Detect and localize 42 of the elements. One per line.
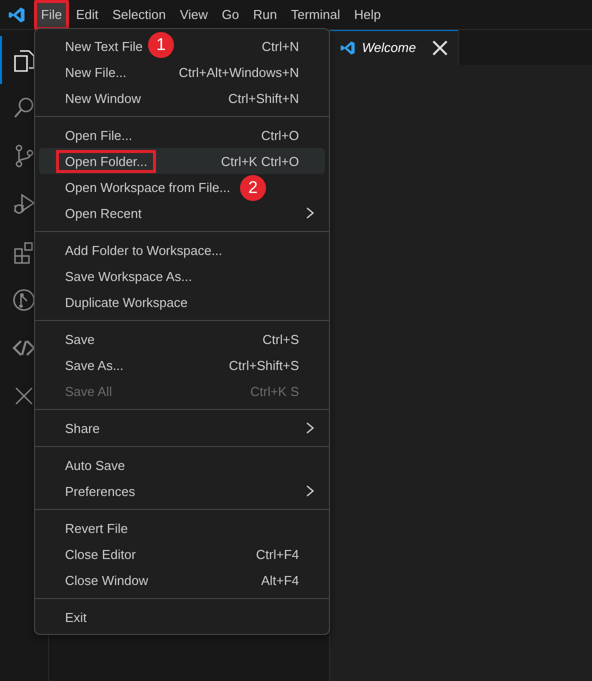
shortcut-text: Ctrl+N	[262, 38, 299, 54]
menu-item[interactable]: Open File...	[56, 124, 142, 146]
shortcut-text: Ctrl+K Ctrl+O	[220, 154, 299, 168]
menu-item[interactable]: Save As...	[56, 354, 133, 376]
close-icon[interactable]	[432, 40, 448, 56]
vscode-logo-icon	[340, 40, 356, 56]
menu-bar-item[interactable]: File	[34, 0, 69, 30]
shortcut-text: Alt+F4	[261, 572, 299, 588]
vscode-logo-icon	[8, 6, 26, 24]
menu-item[interactable]: Close Editor	[56, 542, 145, 566]
shortcut-text: Ctrl+Shift+N	[228, 90, 299, 106]
menu-bar-item[interactable]: Help	[347, 0, 388, 30]
menu-item[interactable]: New Window	[56, 86, 150, 110]
menu-item[interactable]: Auto Save	[56, 454, 134, 476]
menu-item[interactable]: Revert File	[56, 516, 137, 540]
shortcut-text: Ctrl+F4	[256, 546, 299, 562]
shortcut-text: Ctrl+Alt+Windows+N	[178, 64, 299, 80]
menu-item[interactable]: Preferences	[56, 480, 144, 502]
menu-item[interactable]: Open Recent	[56, 202, 151, 224]
shortcut-text: Ctrl+K S	[250, 384, 299, 398]
branch-circle-icon[interactable]	[11, 287, 37, 313]
menu-bar-item[interactable]: View	[172, 0, 215, 30]
files-icon[interactable]	[11, 47, 37, 73]
menu-item[interactable]: Share	[56, 416, 109, 440]
menu-item[interactable]: Open Workspace from File...	[56, 176, 240, 198]
menu-item[interactable]: Save Workspace As...	[56, 264, 201, 288]
menu-item[interactable]: Close Window	[56, 568, 158, 592]
menu-item[interactable]: Duplicate Workspace	[56, 290, 197, 314]
menu-bar-item[interactable]: Edit	[68, 0, 106, 30]
menu-item[interactable]: New File...	[56, 60, 136, 84]
shortcut-text: Ctrl+Shift+S	[228, 358, 299, 372]
menu-bar-item[interactable]: Selection	[105, 0, 173, 30]
menu-item[interactable]: Exit	[56, 606, 96, 628]
menu-bar-item[interactable]: Terminal	[284, 0, 348, 30]
shortcut-text: Ctrl+O	[261, 128, 299, 142]
menu-item[interactable]: Open Folder... Ctrl+K Ctrl+O	[39, 148, 325, 174]
menu-bar-item[interactable]: Run	[246, 0, 284, 30]
shortcut-text: Ctrl+S	[262, 332, 299, 346]
menu-item[interactable]: Add Folder to Workspace...	[56, 238, 232, 262]
menu-item[interactable]: Save	[56, 328, 104, 350]
menu-bar-item[interactable]: Go	[214, 0, 246, 30]
editor-tab[interactable]: Welcome	[330, 30, 459, 65]
